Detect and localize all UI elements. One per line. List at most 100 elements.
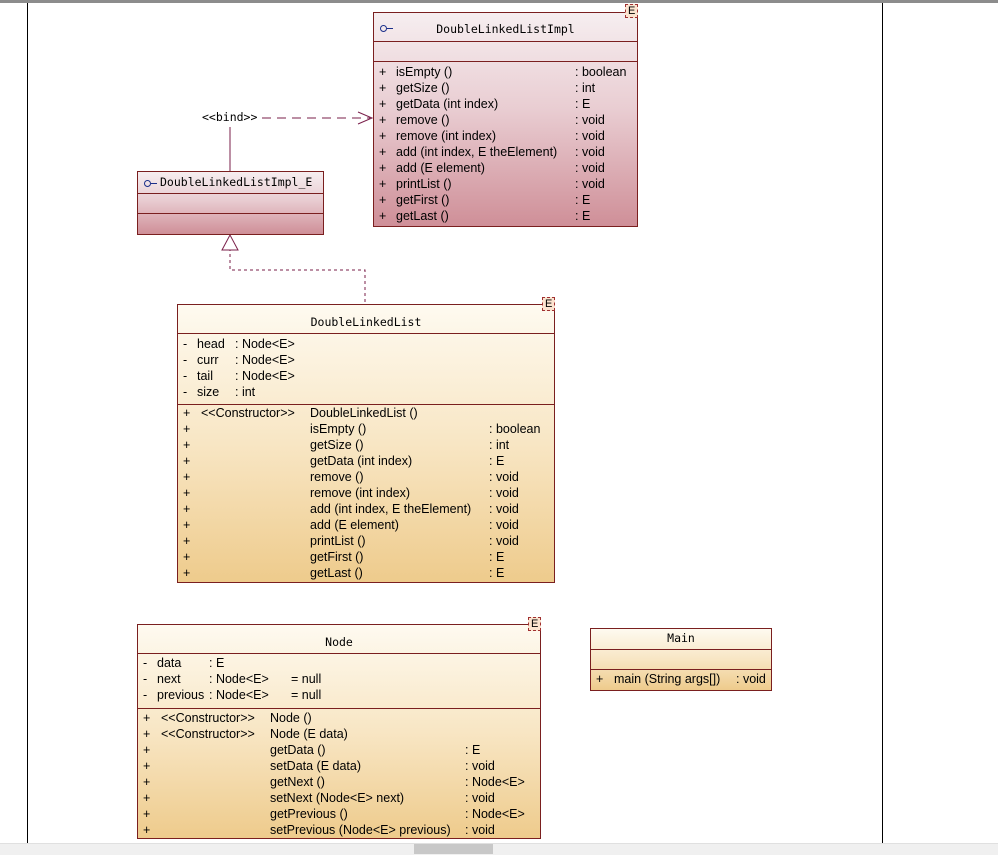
method-row[interactable]: + isEmpty (): boolean bbox=[178, 421, 554, 437]
attribute-row[interactable]: - curr: Node<E> bbox=[178, 352, 554, 368]
method-row[interactable]: + add (int index, E theElement): void bbox=[374, 144, 637, 160]
member-type: : Node<E> bbox=[465, 807, 525, 821]
method-row[interactable]: + setData (E data): void bbox=[138, 758, 540, 774]
method-row[interactable]: + getData (): E bbox=[138, 742, 540, 758]
template-parameter-badge: E bbox=[625, 4, 639, 18]
class-name: Main bbox=[667, 631, 695, 645]
interface-icon bbox=[144, 178, 157, 189]
member-vis: + bbox=[379, 209, 387, 223]
member-type: : E bbox=[575, 209, 591, 223]
method-row[interactable]: + remove (): void bbox=[374, 112, 637, 128]
member-vis: - bbox=[183, 337, 188, 351]
member-vis: + bbox=[143, 775, 151, 789]
method-row[interactable]: + isEmpty (): boolean bbox=[374, 64, 637, 80]
member-vis: + bbox=[379, 161, 387, 175]
member-name: getSize () bbox=[396, 81, 450, 95]
member-vis: + bbox=[183, 518, 191, 532]
method-row[interactable]: + getData (int index): E bbox=[374, 96, 637, 112]
member-name: remove () bbox=[310, 470, 364, 484]
member-vis: - bbox=[183, 385, 188, 399]
method-row[interactable]: + getPrevious () : Node<E> bbox=[138, 806, 540, 822]
member-vis: - bbox=[143, 656, 148, 670]
method-row[interactable]: + add (E element) : void bbox=[178, 517, 554, 533]
attribute-row[interactable]: - data: E bbox=[138, 655, 540, 671]
method-row[interactable]: + remove (int index): void bbox=[374, 128, 637, 144]
method-row[interactable]: + getLast (): E bbox=[374, 208, 637, 224]
member-name: curr bbox=[197, 353, 219, 367]
member-name: printList () bbox=[310, 534, 366, 548]
method-row[interactable]: + printList () : void bbox=[178, 533, 554, 549]
member-type: : Node<E> bbox=[209, 688, 269, 702]
method-row[interactable]: + getSize (): int bbox=[374, 80, 637, 96]
method-row[interactable]: + getFirst (): E bbox=[374, 192, 637, 208]
member-name: setNext (Node<E> next) bbox=[270, 791, 405, 805]
member-type: : E bbox=[209, 656, 225, 670]
member-vis: + bbox=[183, 534, 191, 548]
member-vis: + bbox=[379, 113, 387, 127]
class-header: DoubleLinkedListImpl_E bbox=[138, 172, 323, 194]
class-header: Main bbox=[591, 629, 771, 650]
attributes-section bbox=[138, 194, 323, 214]
member-vis: + bbox=[183, 406, 191, 420]
realization-connector-line bbox=[229, 250, 366, 302]
member-name: setPrevious (Node<E> previous) bbox=[270, 823, 451, 837]
method-row[interactable]: + <<Constructor>> Node (E data) bbox=[138, 726, 540, 742]
member-vis: + bbox=[143, 807, 151, 821]
member-vis: + bbox=[379, 177, 387, 191]
member-type: : void bbox=[489, 534, 519, 548]
member-stereo: <<Constructor>> bbox=[161, 727, 255, 741]
method-row[interactable]: + getSize (): int bbox=[178, 437, 554, 453]
template-parameter-badge: E bbox=[528, 617, 542, 631]
member-type: : void bbox=[465, 823, 495, 837]
attribute-row[interactable]: - size: int bbox=[178, 384, 554, 400]
member-type: : void bbox=[489, 518, 519, 532]
method-row[interactable]: + add (E element): void bbox=[374, 160, 637, 176]
method-row[interactable]: + <<Constructor>> DoubleLinkedList () bbox=[178, 405, 554, 421]
attribute-row[interactable]: - head: Node<E> bbox=[178, 336, 554, 352]
member-type: : Node<E> bbox=[235, 369, 295, 383]
attributes-section bbox=[591, 650, 771, 670]
method-row[interactable]: + getFirst (): E bbox=[178, 549, 554, 565]
member-type: : boolean bbox=[489, 422, 541, 436]
method-row[interactable]: + remove (int index): void bbox=[178, 485, 554, 501]
doublelinkedlistimpl-interface[interactable]: DoubleLinkedListImpl + isEmpty (): boolea… bbox=[373, 12, 638, 227]
doublelinkedlist-class[interactable]: DoubleLinkedList - head: Node<E> - curr: No… bbox=[177, 304, 555, 583]
member-vis: + bbox=[143, 791, 151, 805]
member-name: getData (int index) bbox=[396, 97, 499, 111]
attribute-row[interactable]: - tail: Node<E> bbox=[178, 368, 554, 384]
class-header: Node bbox=[138, 625, 540, 654]
doublelinkedlistimpl-e-class[interactable]: DoubleLinkedListImpl_E bbox=[137, 171, 324, 235]
member-vis: - bbox=[143, 672, 148, 686]
member-name: getPrevious () bbox=[270, 807, 348, 821]
member-vis: + bbox=[143, 759, 151, 773]
member-type: : int bbox=[489, 438, 510, 452]
method-row[interactable]: + add (int index, E theElement): void bbox=[178, 501, 554, 517]
member-name: previous bbox=[157, 688, 205, 702]
member-vis: - bbox=[183, 353, 188, 367]
member-name: add (E element) bbox=[310, 518, 399, 532]
member-type: : void bbox=[575, 129, 605, 143]
method-row[interactable]: + printList (): void bbox=[374, 176, 637, 192]
main-class[interactable]: Main + main (String args[]): void bbox=[590, 628, 772, 691]
member-type: : void bbox=[736, 672, 766, 686]
member-name: remove (int index) bbox=[396, 129, 497, 143]
member-type: : void bbox=[465, 759, 495, 773]
method-row[interactable]: + getData (int index): E bbox=[178, 453, 554, 469]
horizontal-scrollbar[interactable] bbox=[0, 843, 998, 855]
scrollbar-thumb[interactable] bbox=[414, 844, 493, 854]
method-row[interactable]: + main (String args[]): void bbox=[591, 671, 771, 687]
member-vis: + bbox=[183, 422, 191, 436]
methods-section: + <<Constructor>> Node () + <<Constructor>> N… bbox=[138, 709, 540, 838]
class-name: DoubleLinkedListImpl_E bbox=[160, 175, 313, 189]
member-name: tail bbox=[197, 369, 213, 383]
method-row[interactable]: + getNext (): Node<E> bbox=[138, 774, 540, 790]
method-row[interactable]: + remove (): void bbox=[178, 469, 554, 485]
method-row[interactable]: + getLast (): E bbox=[178, 565, 554, 581]
node-class[interactable]: Node - data: E - next: Node<E> = null - previo… bbox=[137, 624, 541, 839]
attribute-row[interactable]: - next: Node<E> = null bbox=[138, 671, 540, 687]
attribute-row[interactable]: - previous: Node<E> = null bbox=[138, 687, 540, 703]
method-row[interactable]: + <<Constructor>> Node () bbox=[138, 710, 540, 726]
method-row[interactable]: + setPrevious (Node<E> previous): void bbox=[138, 822, 540, 838]
method-row[interactable]: + setNext (Node<E> next): void bbox=[138, 790, 540, 806]
member-name: next bbox=[157, 672, 181, 686]
